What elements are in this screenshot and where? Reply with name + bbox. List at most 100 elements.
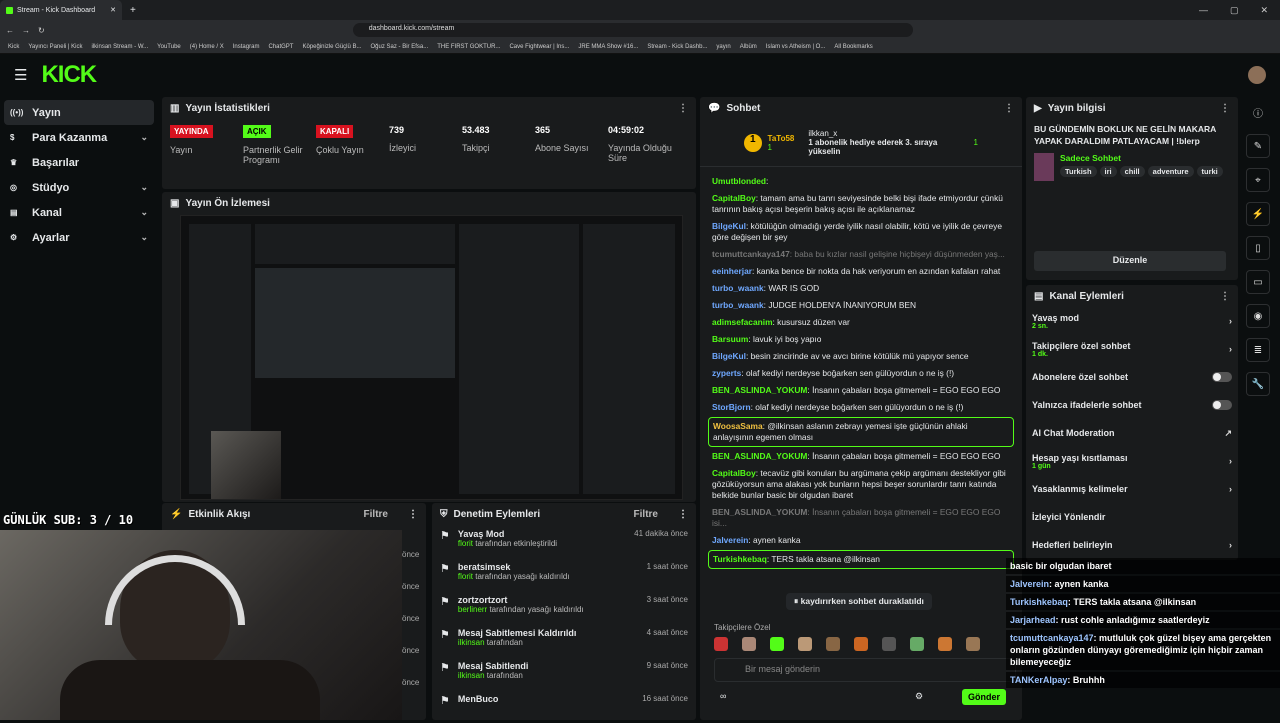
- gear-icon[interactable]: ⚙: [915, 691, 923, 702]
- sidebar-item-4[interactable]: ▤ Kanal ⌄: [4, 200, 154, 225]
- chevron-right-icon[interactable]: ›: [1229, 344, 1232, 354]
- new-tab-icon[interactable]: +: [130, 5, 136, 16]
- mod-user[interactable]: berlinerr: [458, 605, 487, 614]
- mod-user[interactable]: florit: [458, 539, 473, 548]
- stack-icon[interactable]: ≣: [1246, 338, 1270, 362]
- bookmark-item[interactable]: THE FIRST GOKTUR...: [437, 44, 500, 50]
- chat-username[interactable]: BilgeKul: [712, 221, 746, 231]
- chat-username[interactable]: turbo_waank: [712, 283, 764, 293]
- emote-icon[interactable]: [882, 637, 896, 651]
- wrench-icon[interactable]: 🔧: [1246, 372, 1270, 396]
- channel-action-row[interactable]: Yasaklanmış kelimeler ›: [1026, 475, 1238, 503]
- bookmark-item[interactable]: Oğuz Saz - Bir Efsa...: [371, 44, 429, 50]
- send-button[interactable]: Gönder: [962, 689, 1007, 705]
- bookmark-item[interactable]: yayın: [716, 44, 730, 50]
- emote-icon[interactable]: [910, 637, 924, 651]
- chat-username[interactable]: Jalverein: [712, 535, 748, 545]
- chat-message[interactable]: WoosaSama: @ilkinsan aslanın zebrayı yem…: [708, 417, 1014, 447]
- chat-message[interactable]: BEN_ASLINDA_YOKUM: İnsanın çabaları boşa…: [700, 504, 1022, 532]
- channel-action-row[interactable]: Takipçilere özel sohbet 1 dk. ›: [1026, 335, 1238, 363]
- chat-message[interactable]: BEN_ASLINDA_YOKUM: İnsanın çabaları boşa…: [700, 448, 1022, 465]
- bookmark-item[interactable]: Albüm: [740, 44, 757, 50]
- chat-username[interactable]: zyperts: [712, 368, 741, 378]
- chat-message[interactable]: Turkishkebaq: TERS takla atsana @ilkinsa…: [708, 550, 1014, 569]
- close-window-icon[interactable]: ✕: [1260, 5, 1268, 16]
- chevron-right-icon[interactable]: ›: [1229, 316, 1232, 326]
- chat-message[interactable]: eeinherjar: kanka bence bir nokta da hak…: [700, 263, 1022, 280]
- chat-username[interactable]: eeinherjar: [712, 266, 752, 276]
- chat-username[interactable]: adimsefacanim: [712, 317, 773, 327]
- chat-message[interactable]: CapitalBoy: tecavüz gibi konuları bu arg…: [700, 465, 1022, 504]
- more-icon[interactable]: ⋮: [1004, 103, 1014, 114]
- emote-icon[interactable]: [938, 637, 952, 651]
- tag-pill[interactable]: turki: [1196, 166, 1223, 177]
- bookmark-item[interactable]: Islam vs Atheism | O...: [766, 44, 826, 50]
- chat-username[interactable]: BEN_ASLINDA_YOKUM: [712, 507, 807, 517]
- chat-username[interactable]: BEN_ASLINDA_YOKUM: [712, 451, 807, 461]
- chat-username[interactable]: Umutblonded: [712, 176, 766, 186]
- chat-message[interactable]: CapitalBoy: tamam ama bu tanrı seviyesin…: [700, 190, 1022, 218]
- close-tab-icon[interactable]: ✕: [110, 6, 116, 14]
- chat-message[interactable]: BilgeKul: kötülüğün olmadığı yerde iyili…: [700, 218, 1022, 246]
- bookmark-item[interactable]: ChatGPT: [268, 44, 293, 50]
- more-icon[interactable]: ⋮: [1220, 291, 1230, 302]
- chat-username[interactable]: CapitalBoy: [712, 468, 756, 478]
- sidebar-item-5[interactable]: ⚙ Ayarlar ⌄: [4, 225, 154, 250]
- bookmark-item[interactable]: Stream - Kick Dashb...: [647, 44, 707, 50]
- sidebar-item-2[interactable]: ♛ Başarılar: [4, 150, 154, 175]
- minimize-icon[interactable]: —: [1199, 5, 1208, 16]
- chat-message[interactable]: BilgeKul: besin zincirinde av ve avcı bi…: [700, 348, 1022, 365]
- avatar[interactable]: [1248, 66, 1266, 84]
- chat-message[interactable]: zyperts: olaf kediyi nerdeyse boğarken s…: [700, 365, 1022, 382]
- tag-pill[interactable]: chill: [1119, 166, 1145, 177]
- mod-filter-button[interactable]: Filtre: [634, 509, 658, 520]
- menu-icon[interactable]: ☰: [14, 66, 27, 84]
- broadcast-icon[interactable]: ◉: [1246, 304, 1270, 328]
- sidebar-item-0[interactable]: ((•)) Yayın: [4, 100, 154, 125]
- chat-username[interactable]: tcumuttcankaya147: [712, 249, 790, 259]
- bookmark-item[interactable]: Cave Fightwear | Ins...: [509, 44, 569, 50]
- mod-user[interactable]: ilkinsan: [458, 671, 485, 680]
- target-icon[interactable]: ⌖: [1246, 168, 1270, 192]
- chat-username[interactable]: BEN_ASLINDA_YOKUM: [712, 385, 807, 395]
- bookmark-item[interactable]: (4) Home / X: [190, 44, 224, 50]
- emote-icon[interactable]: [742, 637, 756, 651]
- chat-paused-notice[interactable]: ⏸ kaydırırken sohbet duraklatıldı: [786, 593, 932, 610]
- more-icon[interactable]: ⋮: [678, 103, 688, 114]
- chat-message[interactable]: Umutblonded:: [700, 173, 1022, 190]
- chat-message[interactable]: Jalverein: aynen kanka: [700, 532, 1022, 549]
- chat-input[interactable]: Bir mesaj gönderin: [714, 658, 1016, 682]
- more-icon[interactable]: ⋮: [678, 509, 688, 520]
- activity-filter-button[interactable]: Filtre: [364, 509, 388, 520]
- chat-message[interactable]: turbo_waank: JUDGE HOLDEN'A İNANIYORUM B…: [700, 297, 1022, 314]
- sidebar-item-3[interactable]: ◎ Stüdyo ⌄: [4, 175, 154, 200]
- channel-action-row[interactable]: Yavaş mod 2 sn. ›: [1026, 307, 1238, 335]
- bookmark-item[interactable]: Köpeğinizle Güçlü B...: [302, 44, 361, 50]
- bookmark-item[interactable]: JRE MMA Show #16...: [578, 44, 638, 50]
- info-icon[interactable]: ⓘ: [1246, 100, 1270, 124]
- gift-user[interactable]: ilkkan_x: [808, 129, 967, 138]
- external-link-icon[interactable]: ↗: [1224, 428, 1232, 439]
- emote-icon[interactable]: [854, 637, 868, 651]
- chat-message[interactable]: adimsefacanim: kusursuz düzen var: [700, 314, 1022, 331]
- document-icon[interactable]: ▯: [1246, 236, 1270, 260]
- chat-username[interactable]: WoosaSama: [713, 421, 763, 431]
- bookmark-item[interactable]: Kick: [8, 44, 19, 50]
- emote-icon[interactable]: [798, 637, 812, 651]
- chevron-right-icon[interactable]: ›: [1229, 456, 1232, 466]
- stream-preview[interactable]: [180, 215, 683, 500]
- tag-pill[interactable]: iri: [1099, 166, 1117, 177]
- bookmark-item[interactable]: ilkinsan Stream - W...: [91, 44, 148, 50]
- bookmark-item[interactable]: All Bookmarks: [834, 44, 872, 50]
- mod-user[interactable]: ilkinsan: [458, 638, 485, 647]
- maximize-icon[interactable]: ▢: [1230, 5, 1239, 16]
- tag-pill[interactable]: Turkish: [1060, 166, 1097, 177]
- edit-button[interactable]: Düzenle: [1034, 251, 1226, 271]
- channel-action-row[interactable]: Abonelere özel sohbet: [1026, 363, 1238, 391]
- emoji-icon[interactable]: ∞: [720, 691, 726, 701]
- toggle-switch[interactable]: [1212, 372, 1232, 382]
- browser-tab[interactable]: Stream - Kick Dashboard ✕: [0, 0, 122, 20]
- chat-username[interactable]: StorBjorn: [712, 402, 751, 412]
- more-icon[interactable]: ⋮: [1220, 103, 1230, 114]
- chat-icon[interactable]: ▭: [1246, 270, 1270, 294]
